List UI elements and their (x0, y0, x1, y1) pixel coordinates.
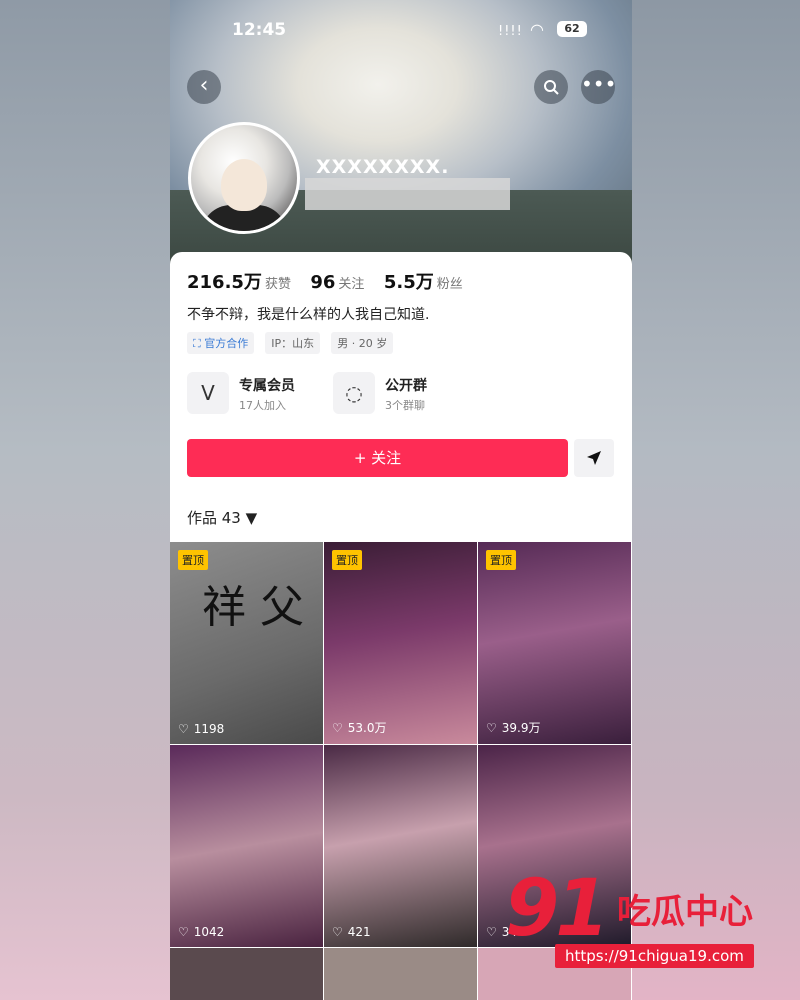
video-item[interactable]: 置顶 ♡ 53.0万 (324, 542, 477, 744)
video-likes: ♡ 53.0万 (332, 719, 387, 736)
video-likes-count: 1042 (193, 925, 225, 939)
tag-official[interactable]: ⛶ 官方合作 (187, 332, 255, 354)
video-item[interactable] (170, 948, 323, 1000)
feature-vip-subtitle: 17人加入 (239, 399, 286, 412)
video-item[interactable]: 置顶 ♡ 39.9万 (478, 542, 631, 744)
stat-fans-label[interactable]: 粉丝 (437, 277, 463, 292)
profile-card: 216.5万 获赞 96 关注 5.5万 粉丝 不争不辩，我是什么样的人我自己知道. … (170, 252, 632, 542)
heart-icon: ♡ (178, 722, 189, 736)
username: XXXXXXXX. (316, 156, 450, 178)
video-likes: ♡ 1198 (178, 722, 224, 736)
video-likes: ♡ 421 (332, 925, 371, 939)
video-item[interactable]: ♡ 1042 (170, 745, 323, 947)
feature-vip-title: 专属会员 (239, 378, 295, 394)
search-icon (544, 80, 559, 95)
group-chat-icon: ◌ (333, 372, 375, 414)
battery-icon: 62 (557, 21, 587, 37)
video-item[interactable]: 祥 父 置顶 ♡ 1198 (170, 542, 323, 744)
status-time: 12:45 (232, 20, 287, 40)
stats-row: 216.5万 获赞 96 关注 5.5万 粉丝 (187, 268, 477, 294)
video-likes-count: 1198 (193, 722, 225, 736)
more-button[interactable]: ••• (581, 70, 616, 104)
background-right (632, 0, 800, 1000)
share-button[interactable] (574, 439, 614, 477)
stat-likes-label: 获赞 (264, 277, 291, 292)
video-calligraphy: 祥 父 (202, 582, 304, 633)
wifi-icon: ◠ (530, 20, 544, 39)
pin-badge: 置顶 (178, 550, 208, 570)
official-icon: ⛶ (193, 337, 205, 350)
tag-official-label: 官方合作 (204, 337, 249, 350)
pin-badge: 置顶 (486, 550, 516, 570)
heart-icon: ♡ (486, 721, 497, 735)
pin-badge: 置顶 (332, 550, 362, 570)
tag-gender-age: 男 · 20 岁 (331, 332, 394, 354)
watermark-logo: 91 吃瓜中心 https://91chigua19.com (505, 864, 790, 985)
watermark-url: https://91chigua19.com (555, 944, 754, 968)
search-button[interactable] (534, 70, 568, 104)
status-bar: 12:45 !!!! ◠ 62 (170, 18, 632, 44)
avatar-face (221, 159, 267, 211)
heart-icon: ♡ (332, 721, 343, 735)
stat-following-label[interactable]: 关注 (338, 277, 364, 292)
feature-group-title: 公开群 (385, 378, 427, 394)
feature-group-subtitle: 3个群聊 (385, 399, 425, 412)
phone-screen: 12:45 !!!! ◠ 62 ‹ ••• XXXXXXXX. 216.5万 获赞… (170, 0, 632, 1000)
avatar[interactable] (188, 122, 300, 234)
stat-following-value[interactable]: 96 (310, 272, 335, 293)
heart-icon: ♡ (178, 925, 189, 939)
stat-likes-value: 216.5万 (187, 272, 262, 293)
back-button[interactable]: ‹ (187, 70, 221, 104)
video-likes-count: 53.0万 (347, 721, 387, 735)
video-likes-count: 39.9万 (501, 721, 541, 735)
heart-icon: ♡ (486, 925, 497, 939)
redacted-bar (305, 178, 510, 210)
background-left (0, 0, 170, 1000)
follow-button[interactable]: + 关注 (187, 439, 568, 477)
tag-ip: IP：山东 (265, 332, 321, 354)
send-icon (587, 451, 601, 465)
bio: 不争不辩，我是什么样的人我自己知道. (187, 307, 430, 323)
tag-row: ⛶ 官方合作 IP：山东 男 · 20 岁 (187, 332, 399, 354)
watermark-text: 吃瓜中心 (617, 892, 753, 932)
video-likes: ♡ 39.9万 (486, 719, 541, 736)
heart-icon: ♡ (332, 925, 343, 939)
works-tab[interactable]: 作品 43 ▼ (187, 507, 257, 528)
video-item[interactable]: ♡ 421 (324, 745, 477, 947)
stat-fans-value[interactable]: 5.5万 (384, 272, 434, 293)
video-likes: ♡ 1042 (178, 925, 224, 939)
vip-icon: V (187, 372, 229, 414)
video-item[interactable] (324, 948, 477, 1000)
video-likes-count: 421 (347, 925, 371, 939)
signal-icon: !!!! (498, 24, 523, 39)
watermark-number: 91 (505, 864, 610, 954)
